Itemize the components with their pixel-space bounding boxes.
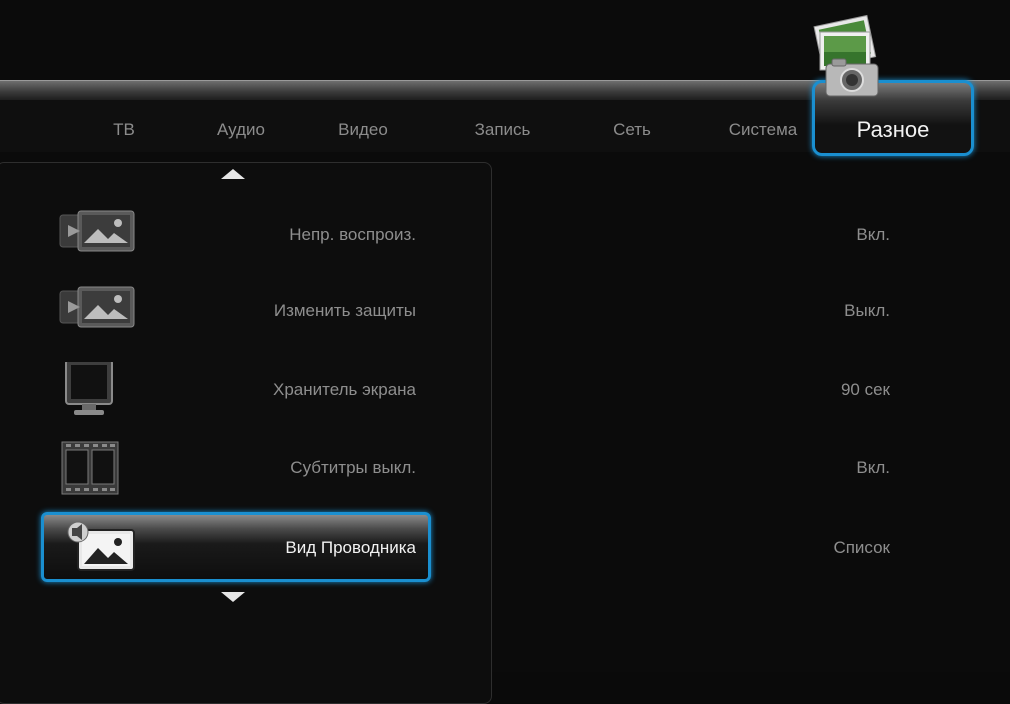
setting-label: Непр. воспроиз.	[289, 225, 416, 244]
setting-value: Вкл.	[856, 458, 890, 477]
setting-value: Список	[833, 538, 890, 557]
tab-record[interactable]: Запись	[455, 118, 550, 142]
scroll-down-arrow-icon[interactable]	[221, 592, 245, 602]
scroll-up-arrow-icon[interactable]	[221, 169, 245, 179]
tab-misc-label: Разное	[856, 117, 930, 142]
tab-audio[interactable]: Аудио	[196, 118, 286, 142]
tab-system[interactable]: Система	[713, 118, 813, 142]
setting-value: Вкл.	[856, 225, 890, 244]
photo-camera-icon	[813, 14, 879, 97]
settings-screen: ТВ Аудио Видео Запись Сеть Система Разно…	[0, 0, 1010, 704]
setting-row-subtitles[interactable]: Субтитры выкл. Вкл.	[0, 440, 1010, 496]
tab-video[interactable]: Видео	[318, 118, 408, 142]
setting-row-change-protection[interactable]: Изменить защиты Выкл.	[0, 283, 1010, 339]
setting-label: Хранитель экрана	[273, 380, 416, 399]
setting-label: Субтитры выкл.	[290, 458, 416, 477]
setting-label: Изменить защиты	[273, 301, 416, 320]
setting-value: Выкл.	[844, 301, 890, 320]
setting-row-continuous-play[interactable]: Непр. воспроиз. Вкл.	[0, 207, 1010, 263]
setting-label: Вид Проводника	[285, 538, 416, 557]
setting-row-screensaver[interactable]: Хранитель экрана 90 сек	[0, 362, 1010, 418]
setting-row-browser-view[interactable]: Вид Проводника Список	[0, 520, 1010, 576]
tab-network[interactable]: Сеть	[592, 118, 672, 142]
setting-value: 90 сек	[840, 380, 890, 399]
tab-tv[interactable]: ТВ	[94, 118, 154, 142]
